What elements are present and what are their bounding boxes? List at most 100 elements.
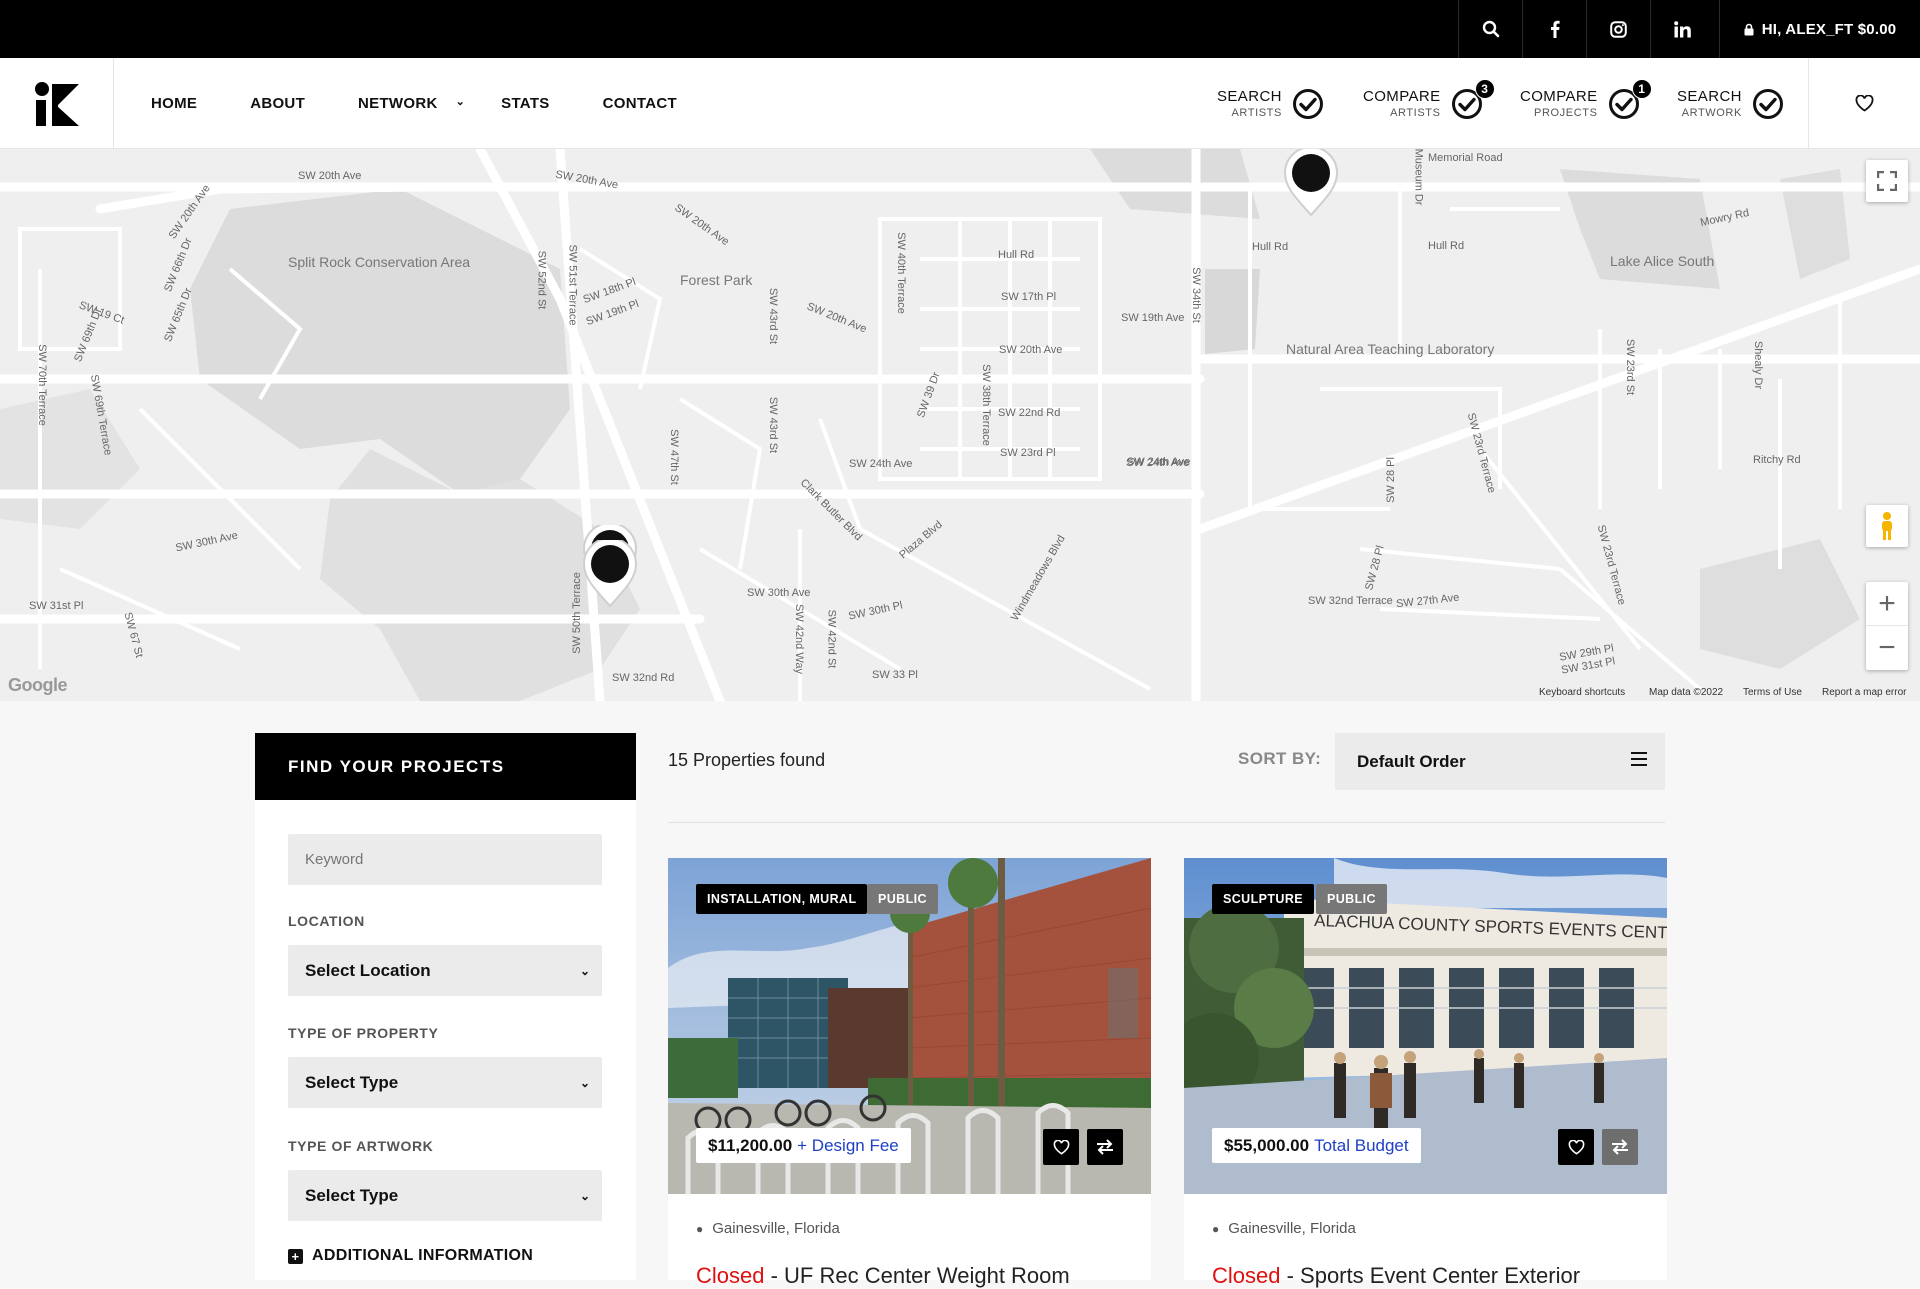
nav-network[interactable]: NETWORK ⌄ bbox=[358, 95, 465, 112]
main-header: HOME ABOUT NETWORK ⌄ STATS CONTACT SEARCH… bbox=[0, 58, 1920, 149]
pegman-icon bbox=[1882, 512, 1892, 540]
map-label: SW 51st Terrace bbox=[566, 244, 579, 326]
map-area-label: Lake Alice South bbox=[1610, 253, 1715, 269]
search-icon[interactable] bbox=[1458, 0, 1522, 58]
map-label: SW 34th St bbox=[1189, 267, 1202, 323]
artwork-type-select[interactable]: Select Type ⌄ bbox=[288, 1170, 602, 1221]
report-error-link[interactable]: Report a map error bbox=[1822, 687, 1906, 698]
nav-network-label: NETWORK bbox=[358, 95, 438, 112]
map-label: Shealy Dr bbox=[1752, 340, 1765, 390]
check-circle-icon bbox=[1292, 88, 1324, 120]
check-circle-icon: 3 bbox=[1451, 78, 1495, 120]
map-label: SW 42nd Way bbox=[792, 604, 805, 674]
lock-icon bbox=[1744, 23, 1754, 35]
map-label: SW 40th Terrace bbox=[894, 232, 907, 314]
nav-about[interactable]: ABOUT bbox=[250, 95, 305, 112]
terms-link[interactable]: Terms of Use bbox=[1743, 687, 1802, 698]
favorites-button[interactable] bbox=[1808, 58, 1920, 149]
heart-icon bbox=[1568, 1139, 1584, 1155]
fullscreen-button[interactable] bbox=[1866, 160, 1908, 202]
map-label: Memorial Road bbox=[1428, 152, 1503, 164]
zoom-controls: + − bbox=[1866, 582, 1908, 670]
location-label: LOCATION bbox=[288, 913, 365, 929]
additional-info-toggle[interactable]: + ADDITIONAL INFORMATION bbox=[288, 1247, 533, 1265]
map-label: SW 52nd St bbox=[535, 250, 548, 310]
site-logo[interactable] bbox=[0, 58, 114, 149]
map-label: SW 22nd Rd bbox=[998, 407, 1061, 419]
location-text: ● Gainesville, Florida bbox=[1212, 1220, 1356, 1237]
map-label: Ritchy Rd bbox=[1753, 454, 1801, 466]
keyword-input[interactable] bbox=[288, 834, 602, 885]
map-data-text: Map data ©2022 bbox=[1649, 687, 1724, 698]
zoom-out-button[interactable]: − bbox=[1866, 626, 1908, 670]
map-label: SW 20th Ave bbox=[298, 170, 362, 182]
map-area-label: Natural Area Teaching Laboratory bbox=[1286, 342, 1494, 357]
sidebar-title: FIND YOUR PROJECTS bbox=[255, 733, 636, 800]
status-label: Closed bbox=[1212, 1263, 1281, 1288]
filter-sidebar: FIND YOUR PROJECTS LOCATION Select Locat… bbox=[255, 733, 636, 1280]
property-type-value: Select Type bbox=[305, 1072, 399, 1092]
street-view-pegman[interactable] bbox=[1866, 505, 1908, 547]
map-pin-icon: ● bbox=[1212, 1221, 1220, 1236]
sort-select[interactable]: Default Order bbox=[1335, 733, 1665, 790]
map-marker[interactable] bbox=[1283, 149, 1339, 217]
map-area-label: Split Rock Conservation Area bbox=[288, 254, 471, 270]
search-artwork-button[interactable]: SEARCH ARTWORK bbox=[1677, 58, 1784, 149]
map-label: SW 20th Ave bbox=[999, 344, 1063, 356]
google-logo[interactable]: Google bbox=[8, 675, 68, 696]
compare-artists-button[interactable]: COMPARE ARTISTS 3 bbox=[1363, 58, 1495, 149]
map-streets bbox=[0, 149, 1920, 701]
map-label: SW 24th Ave bbox=[849, 458, 913, 470]
compare-button[interactable] bbox=[1087, 1129, 1123, 1165]
nav-stats[interactable]: STATS bbox=[501, 95, 549, 112]
artwork-type-label: TYPE OF ARTWORK bbox=[288, 1138, 434, 1154]
chevron-down-icon: ⌄ bbox=[455, 96, 466, 108]
instagram-icon[interactable] bbox=[1586, 0, 1650, 58]
map-label: SW 43rd St bbox=[767, 396, 780, 454]
facebook-icon[interactable] bbox=[1522, 0, 1586, 58]
visibility-tag[interactable]: PUBLIC bbox=[867, 884, 938, 914]
chevron-down-icon: ⌄ bbox=[579, 1188, 590, 1203]
main-nav: HOME ABOUT NETWORK ⌄ STATS CONTACT bbox=[151, 58, 730, 149]
results-count: 15 Properties found bbox=[668, 750, 826, 770]
compare-button[interactable] bbox=[1602, 1129, 1638, 1165]
property-type-select[interactable]: Select Type ⌄ bbox=[288, 1057, 602, 1108]
category-tag[interactable]: INSTALLATION, MURAL bbox=[696, 884, 868, 914]
visibility-tag[interactable]: PUBLIC bbox=[1316, 884, 1387, 914]
favorite-button[interactable] bbox=[1043, 1129, 1079, 1165]
price-value: $55,000.00 bbox=[1224, 1135, 1310, 1155]
check-circle-icon: 1 bbox=[1608, 78, 1652, 120]
sort-label: SORT BY: bbox=[1238, 749, 1322, 768]
map-label: SW 30th Ave bbox=[747, 587, 811, 599]
map-label: SW 17th Pl bbox=[1001, 291, 1057, 303]
price-value: $11,200.00 bbox=[708, 1135, 793, 1155]
location-value: Gainesville, Florida bbox=[1228, 1220, 1356, 1237]
logo-icon bbox=[34, 81, 79, 126]
heart-icon bbox=[1855, 95, 1874, 112]
nav-contact[interactable]: CONTACT bbox=[603, 95, 677, 112]
map[interactable]: SW 20th Ave SW 20th Ave SW 20th Ave SW 2… bbox=[0, 149, 1920, 701]
property-title[interactable]: Closed - UF Rec Center Weight Room bbox=[696, 1263, 1070, 1289]
search-artwork-line2: ARTWORK bbox=[1681, 107, 1742, 119]
user-account-link[interactable]: HI, ALEX_FT $0.00 bbox=[1719, 0, 1920, 58]
heart-icon bbox=[1053, 1139, 1069, 1155]
keyboard-shortcuts-link[interactable]: Keyboard shortcuts bbox=[1539, 687, 1625, 698]
location-value: Gainesville, Florida bbox=[712, 1220, 840, 1237]
menu-icon bbox=[1631, 752, 1647, 770]
location-select[interactable]: Select Location ⌄ bbox=[288, 945, 602, 996]
map-area-label: Forest Park bbox=[680, 272, 753, 288]
property-card[interactable]: ALACHUA COUNTY SPORTS EVENTS CENTE SCULP… bbox=[1184, 858, 1667, 1288]
linkedin-icon[interactable] bbox=[1650, 0, 1714, 58]
map-label: SW 24th Ave bbox=[1126, 457, 1190, 469]
nav-home[interactable]: HOME bbox=[151, 95, 197, 112]
zoom-in-button[interactable]: + bbox=[1866, 582, 1908, 626]
additional-info-label: ADDITIONAL INFORMATION bbox=[312, 1247, 534, 1264]
category-tag[interactable]: SCULPTURE bbox=[1212, 884, 1314, 914]
favorite-button[interactable] bbox=[1558, 1129, 1594, 1165]
compare-projects-button[interactable]: COMPARE PROJECTS 1 bbox=[1520, 58, 1652, 149]
map-label: Hull Rd bbox=[1252, 241, 1289, 253]
property-card[interactable]: INSTALLATION, MURAL PUBLIC $11,200.00 + D… bbox=[668, 858, 1151, 1288]
search-artists-button[interactable]: SEARCH ARTISTS bbox=[1217, 58, 1324, 149]
property-title[interactable]: Closed - Sports Event Center Exterior bbox=[1212, 1263, 1580, 1289]
map-marker[interactable] bbox=[582, 540, 638, 608]
